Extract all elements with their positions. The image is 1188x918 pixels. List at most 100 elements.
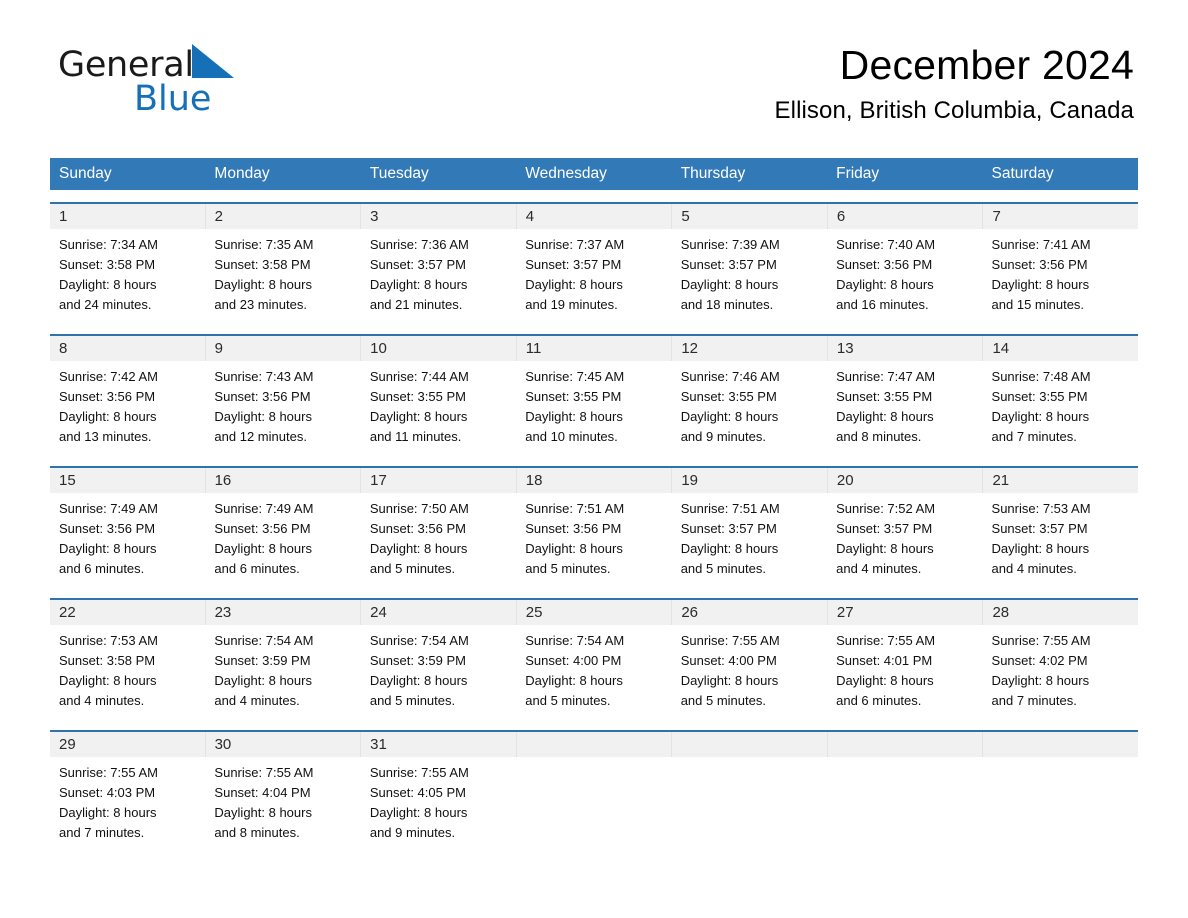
day-details-row: Sunrise: 7:42 AM Sunset: 3:56 PM Dayligh… [50,361,1138,454]
day-number[interactable]: 17 [361,468,517,493]
day-number[interactable]: 3 [361,204,517,229]
daylight-text-line2: and 23 minutes. [214,297,307,312]
day-number[interactable]: 21 [983,468,1138,493]
day-number[interactable]: 2 [206,204,362,229]
day-number[interactable]: 13 [828,336,984,361]
daylight-text-line2: and 4 minutes. [214,693,300,708]
day-number[interactable]: 12 [672,336,828,361]
day-number[interactable]: 8 [50,336,206,361]
daylight-text-line1: Daylight: 8 hours [59,541,157,556]
sunset-text: Sunset: 3:57 PM [680,521,777,536]
day-details-row: Sunrise: 7:55 AM Sunset: 4:03 PM Dayligh… [50,757,1138,850]
daylight-text-line2: and 5 minutes. [525,561,611,576]
sunset-text: Sunset: 4:00 PM [680,653,777,668]
daylight-text-line1: Daylight: 8 hours [369,541,468,556]
sunrise-text: Sunrise: 7:53 AM [991,501,1091,516]
sunrise-text: Sunrise: 7:45 AM [525,369,625,384]
day-number[interactable]: 5 [672,204,828,229]
sunset-text: Sunset: 3:55 PM [836,389,933,404]
daylight-text-line2: and 8 minutes. [836,429,922,444]
calendar-week-row: 29 30 31 Sunrise: 7:55 AM Sunset: 4:03 P… [50,730,1138,850]
daylight-text-line1: Daylight: 8 hours [525,409,623,424]
daylight-text-line1: Daylight: 8 hours [991,673,1090,688]
day-number[interactable]: 25 [517,600,673,625]
day-cell: Sunrise: 7:55 AM Sunset: 4:01 PM Dayligh… [827,625,982,718]
day-cell: Sunrise: 7:53 AM Sunset: 3:58 PM Dayligh… [50,625,205,718]
day-number-empty [672,732,828,757]
day-number[interactable]: 19 [672,468,828,493]
day-cell: Sunrise: 7:55 AM Sunset: 4:00 PM Dayligh… [672,625,827,718]
daylight-text-line1: Daylight: 8 hours [369,277,468,292]
sunrise-text: Sunrise: 7:41 AM [991,237,1091,252]
daylight-text-line1: Daylight: 8 hours [369,673,468,688]
day-number[interactable]: 16 [206,468,362,493]
day-number[interactable]: 9 [206,336,362,361]
day-number[interactable]: 6 [828,204,984,229]
weekday-tuesday: Tuesday [369,165,429,182]
day-number-band: 29 30 31 [50,732,1138,757]
daylight-text-line2: and 7 minutes. [991,693,1077,708]
daylight-text-line1: Daylight: 8 hours [680,673,779,688]
day-number-empty [517,732,673,757]
logo-text-blue: Blue [134,79,212,119]
day-number[interactable]: 11 [517,336,673,361]
day-number[interactable]: 18 [517,468,673,493]
daylight-text-line2: and 4 minutes. [991,561,1077,576]
daylight-text-line1: Daylight: 8 hours [991,277,1090,292]
daylight-text-line2: and 5 minutes. [369,693,456,708]
day-number[interactable]: 23 [206,600,362,625]
day-number-empty [828,732,984,757]
sunset-text: Sunset: 3:59 PM [369,653,466,668]
page-header: General Blue December 2024 Ellison, Brit… [50,0,1138,124]
day-number[interactable]: 30 [206,732,362,757]
day-cell: Sunrise: 7:40 AM Sunset: 3:56 PM Dayligh… [827,229,982,322]
day-number-empty [983,732,1138,757]
day-number[interactable]: 1 [50,204,206,229]
sunset-text: Sunset: 3:55 PM [991,389,1088,404]
daylight-text-line1: Daylight: 8 hours [59,805,157,820]
day-number[interactable]: 20 [828,468,984,493]
sunrise-text: Sunrise: 7:48 AM [991,369,1091,384]
sunset-text: Sunset: 3:55 PM [525,389,622,404]
sunrise-text: Sunrise: 7:55 AM [836,633,936,648]
day-number[interactable]: 28 [983,600,1138,625]
generalblue-logo[interactable]: General Blue [58,44,358,118]
daylight-text-line1: Daylight: 8 hours [369,805,468,820]
daylight-text-line1: Daylight: 8 hours [836,277,934,292]
day-number[interactable]: 15 [50,468,206,493]
daylight-text-line2: and 24 minutes. [59,297,152,312]
day-number[interactable]: 29 [50,732,206,757]
sunset-text: Sunset: 3:57 PM [680,257,777,272]
day-number[interactable]: 4 [517,204,673,229]
day-number-band: 15 16 17 18 19 20 21 [50,468,1138,493]
sunset-text: Sunset: 3:56 PM [525,521,622,536]
day-cell: Sunrise: 7:54 AM Sunset: 4:00 PM Dayligh… [516,625,671,718]
daylight-text-line1: Daylight: 8 hours [214,805,312,820]
daylight-text-line2: and 11 minutes. [369,429,462,444]
daylight-text-line2: and 7 minutes. [991,429,1077,444]
day-cell: Sunrise: 7:50 AM Sunset: 3:56 PM Dayligh… [361,493,516,586]
day-number[interactable]: 7 [983,204,1138,229]
day-cell: Sunrise: 7:45 AM Sunset: 3:55 PM Dayligh… [516,361,671,454]
day-details-row: Sunrise: 7:34 AM Sunset: 3:58 PM Dayligh… [50,229,1138,322]
daylight-text-line1: Daylight: 8 hours [59,673,157,688]
sunrise-text: Sunrise: 7:49 AM [59,501,158,516]
daylight-text-line1: Daylight: 8 hours [369,409,468,424]
day-number[interactable]: 27 [828,600,984,625]
day-number[interactable]: 31 [361,732,517,757]
daylight-text-line2: and 9 minutes. [369,825,456,840]
day-number[interactable]: 22 [50,600,206,625]
sunset-text: Sunset: 4:03 PM [59,785,156,800]
day-cell: Sunrise: 7:34 AM Sunset: 3:58 PM Dayligh… [50,229,205,322]
day-number[interactable]: 14 [983,336,1138,361]
day-cell: Sunrise: 7:49 AM Sunset: 3:56 PM Dayligh… [50,493,205,586]
daylight-text-line2: and 5 minutes. [525,693,611,708]
day-cell: Sunrise: 7:44 AM Sunset: 3:55 PM Dayligh… [361,361,516,454]
sunrise-text: Sunrise: 7:49 AM [214,501,314,516]
day-number[interactable]: 10 [361,336,517,361]
sunrise-text: Sunrise: 7:54 AM [214,633,314,648]
day-number[interactable]: 24 [361,600,517,625]
day-number[interactable]: 26 [672,600,828,625]
day-cell: Sunrise: 7:49 AM Sunset: 3:56 PM Dayligh… [205,493,360,586]
sunset-text: Sunset: 3:55 PM [369,389,466,404]
